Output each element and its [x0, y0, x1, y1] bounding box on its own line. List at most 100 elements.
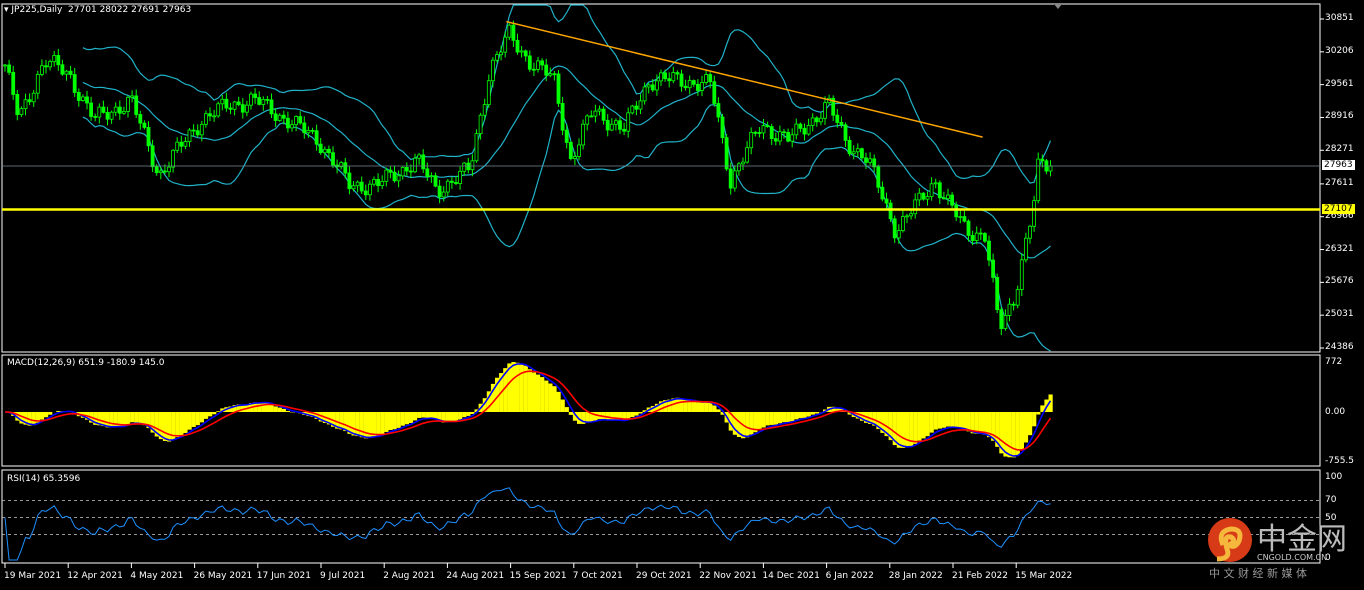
price-axis-label: 24386 [1325, 342, 1354, 352]
ohlc-close: 27963 [162, 5, 192, 15]
candle-body [11, 71, 16, 95]
current-price-tag: 27963 [1322, 160, 1355, 170]
candle-body [179, 141, 184, 147]
macd-histogram-bar [203, 412, 209, 419]
candle-body [298, 116, 303, 124]
macd-histogram-bar [392, 412, 397, 430]
candle-body [314, 130, 319, 145]
macd-histogram-bar [691, 400, 696, 412]
candle-body [585, 115, 590, 125]
date-axis-label: 26 May 2021 [193, 571, 253, 581]
candle-body [60, 64, 65, 75]
candle-body [511, 24, 516, 41]
macd-histogram-bar [806, 412, 811, 417]
macd-histogram-bar [44, 412, 49, 418]
candle-body [819, 117, 823, 123]
candle-body [626, 112, 631, 132]
candle-body [675, 72, 680, 75]
candle-body [544, 64, 549, 76]
candle-body [7, 64, 11, 73]
candle-body [15, 94, 20, 116]
candle-body [85, 96, 89, 104]
macd-histogram-bar [782, 412, 787, 423]
candle-body [905, 215, 909, 218]
macd-histogram-bar [261, 402, 266, 412]
candle-body [515, 39, 520, 53]
svg-text:CNGOLD.COM.CN: CNGOLD.COM.CN [1257, 553, 1327, 562]
candle-body [728, 168, 733, 189]
candle-body [798, 123, 803, 129]
candle-body [449, 180, 454, 183]
macd-histogram-bar [285, 411, 291, 412]
candle-body [306, 129, 311, 134]
candle-body [269, 99, 274, 115]
candle-body [732, 170, 737, 189]
macd-histogram-bar [396, 412, 401, 428]
candle-body [441, 191, 446, 198]
macd-histogram-bar [183, 412, 188, 433]
dropdown-icon[interactable]: ▾ [4, 5, 9, 15]
candle-body [839, 122, 844, 126]
candle-body [966, 220, 971, 236]
candle-body [687, 80, 692, 89]
macd-histogram-bar [388, 412, 393, 431]
macd-histogram-bar [142, 412, 147, 426]
macd-histogram-bar [556, 391, 561, 412]
candle-body [138, 114, 143, 124]
candle-body [470, 160, 475, 171]
candle-body [847, 139, 852, 155]
macd-histogram-bar [745, 412, 750, 438]
date-axis-label: 29 Oct 2021 [636, 571, 692, 581]
candle-body [466, 162, 471, 171]
macd-histogram-bar [199, 412, 204, 423]
candle-body [64, 70, 69, 75]
candle-body [281, 114, 286, 119]
macd-histogram-bar [179, 412, 184, 436]
candle-body [285, 117, 290, 129]
candle-body [372, 178, 376, 185]
candle-body [622, 128, 626, 132]
candle-body [117, 106, 122, 114]
macd-histogram-bar [413, 412, 418, 421]
candle-body [601, 108, 606, 121]
candle-body [814, 117, 819, 123]
macd-histogram-bar [1011, 412, 1016, 458]
candle-body [737, 163, 741, 172]
rsi-axis-100: 100 [1325, 472, 1343, 482]
macd-histogram-bar [712, 405, 717, 412]
macd-histogram-bar [167, 412, 172, 442]
candle-body [343, 162, 348, 174]
candle-body [917, 192, 922, 201]
macd-histogram-bar [355, 412, 360, 437]
macd-label: MACD(12,26,9) 651.9 -180.9 145.0 [7, 358, 165, 368]
macd-histogram-bar [175, 412, 180, 438]
candle-body [482, 104, 487, 116]
candle-body [97, 106, 102, 118]
date-axis-label: 28 Jan 2022 [888, 571, 943, 581]
macd-histogram-bar [408, 412, 414, 424]
candle-body [556, 73, 561, 104]
candle-body [220, 98, 225, 105]
candle-body [445, 180, 450, 193]
candle-body [987, 240, 991, 261]
candle-body [113, 106, 118, 113]
candle-body [437, 185, 442, 198]
candle-body [618, 120, 622, 130]
chart-canvas[interactable] [0, 0, 1364, 590]
candle-body [310, 129, 315, 132]
candle-body [68, 70, 73, 75]
candle-body [503, 36, 508, 53]
candle-body [577, 144, 581, 157]
date-axis-label: 7 Oct 2021 [572, 571, 623, 581]
macd-histogram-bar [798, 412, 803, 419]
chart-window[interactable]: ▾ JP225,Daily 27701 28022 27691 27963 30… [0, 0, 1364, 590]
candle-body [843, 124, 848, 141]
macd-histogram-bar [593, 412, 598, 421]
price-axis-label: 25676 [1325, 276, 1354, 287]
macd-histogram-bar [933, 412, 938, 430]
macd-histogram-bar [380, 412, 385, 435]
candle-body [154, 166, 159, 174]
macd-histogram-bar [527, 369, 532, 412]
candle-body [417, 154, 422, 159]
candle-body [700, 82, 704, 91]
